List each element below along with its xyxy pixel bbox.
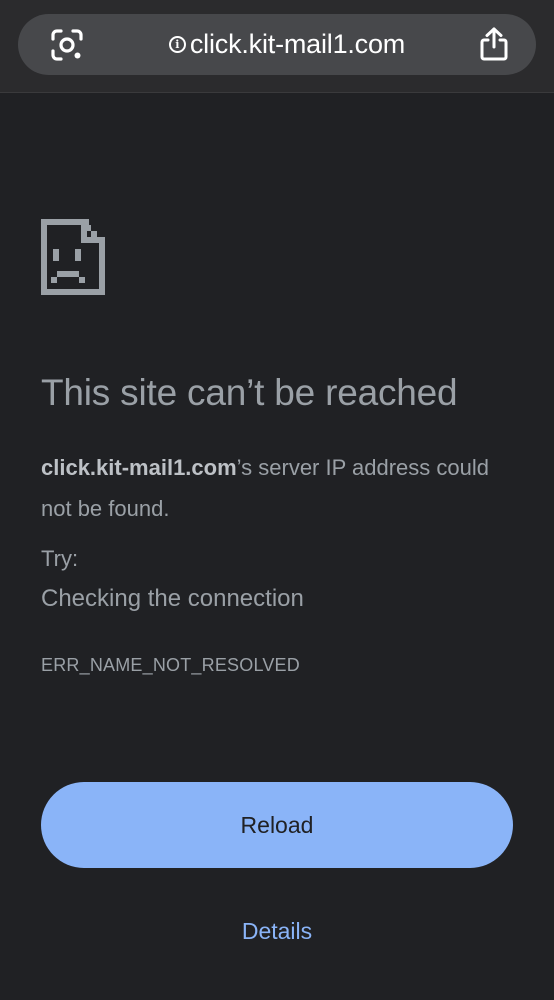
error-host: click.kit-mail1.com — [41, 455, 237, 480]
browser-toolbar: i click.kit-mail1.com — [0, 0, 554, 93]
sad-page-icon — [41, 219, 105, 300]
google-lens-button[interactable] — [48, 26, 86, 64]
info-circle-icon[interactable]: i — [168, 36, 186, 53]
reload-button[interactable]: Reload — [41, 782, 513, 868]
share-icon — [480, 27, 508, 61]
error-code: ERR_NAME_NOT_RESOLVED — [41, 655, 300, 675]
google-lens-icon — [51, 29, 83, 61]
try-label: Try: — [41, 546, 79, 571]
details-button[interactable]: Details — [0, 918, 554, 945]
error-title: This site can’t be reached — [41, 372, 458, 413]
url-text: click.kit-mail1.com — [189, 29, 406, 59]
suggestion-item: Checking the connection — [41, 585, 304, 612]
error-description: click.kit-mail1.com’s server IP address … — [41, 447, 511, 529]
address-bar[interactable]: i click.kit-mail1.com — [18, 14, 536, 75]
url-display[interactable]: i click.kit-mail1.com — [168, 29, 406, 60]
share-button[interactable] — [474, 24, 514, 64]
